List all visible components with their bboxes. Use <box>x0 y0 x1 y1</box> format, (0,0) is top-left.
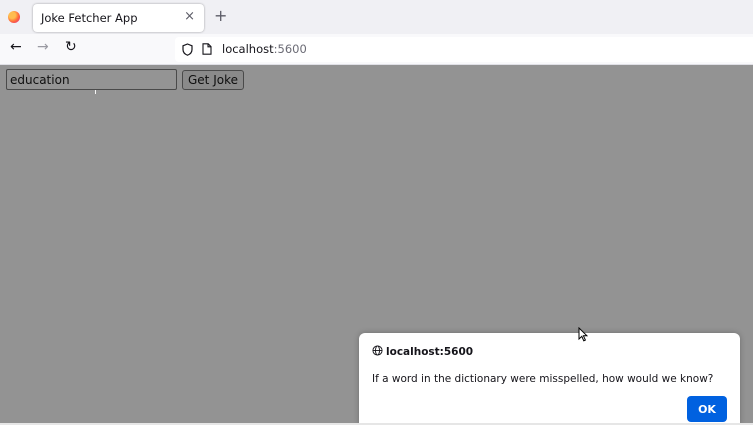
new-tab-button[interactable]: + <box>214 6 227 25</box>
navigation-bar: ← → ↻ localhost:5600 <box>0 34 753 65</box>
url-host: localhost <box>222 42 274 56</box>
tab-strip: Joke Fetcher App × + <box>0 0 753 34</box>
page-icon[interactable] <box>202 43 212 55</box>
alert-dialog: localhost:5600 If a word in the dictiona… <box>359 333 740 425</box>
close-tab-icon[interactable]: × <box>184 9 195 24</box>
page-content: Get Joke localhost:5600 If a word in the… <box>0 65 753 425</box>
tab-joke-fetcher[interactable]: Joke Fetcher App × <box>33 4 204 32</box>
get-joke-button[interactable]: Get Joke <box>182 70 244 90</box>
firefox-logo-icon[interactable] <box>8 11 20 23</box>
url-text[interactable]: localhost:5600 <box>222 42 307 56</box>
url-bar[interactable]: localhost:5600 <box>175 37 753 62</box>
back-button[interactable]: ← <box>10 39 22 55</box>
ok-button[interactable]: OK <box>687 396 727 422</box>
tab-title: Joke Fetcher App <box>41 11 138 25</box>
url-port: :5600 <box>273 42 307 56</box>
shield-icon[interactable] <box>182 43 193 56</box>
globe-icon <box>372 345 383 356</box>
mouse-cursor-icon <box>578 327 588 342</box>
dialog-message: If a word in the dictionary were misspel… <box>372 373 714 385</box>
dialog-origin: localhost:5600 <box>372 345 473 358</box>
topic-input[interactable] <box>6 69 177 90</box>
text-caret <box>95 90 96 94</box>
reload-button[interactable]: ↻ <box>65 39 77 55</box>
dialog-origin-text: localhost:5600 <box>386 346 474 358</box>
forward-button[interactable]: → <box>37 39 49 55</box>
